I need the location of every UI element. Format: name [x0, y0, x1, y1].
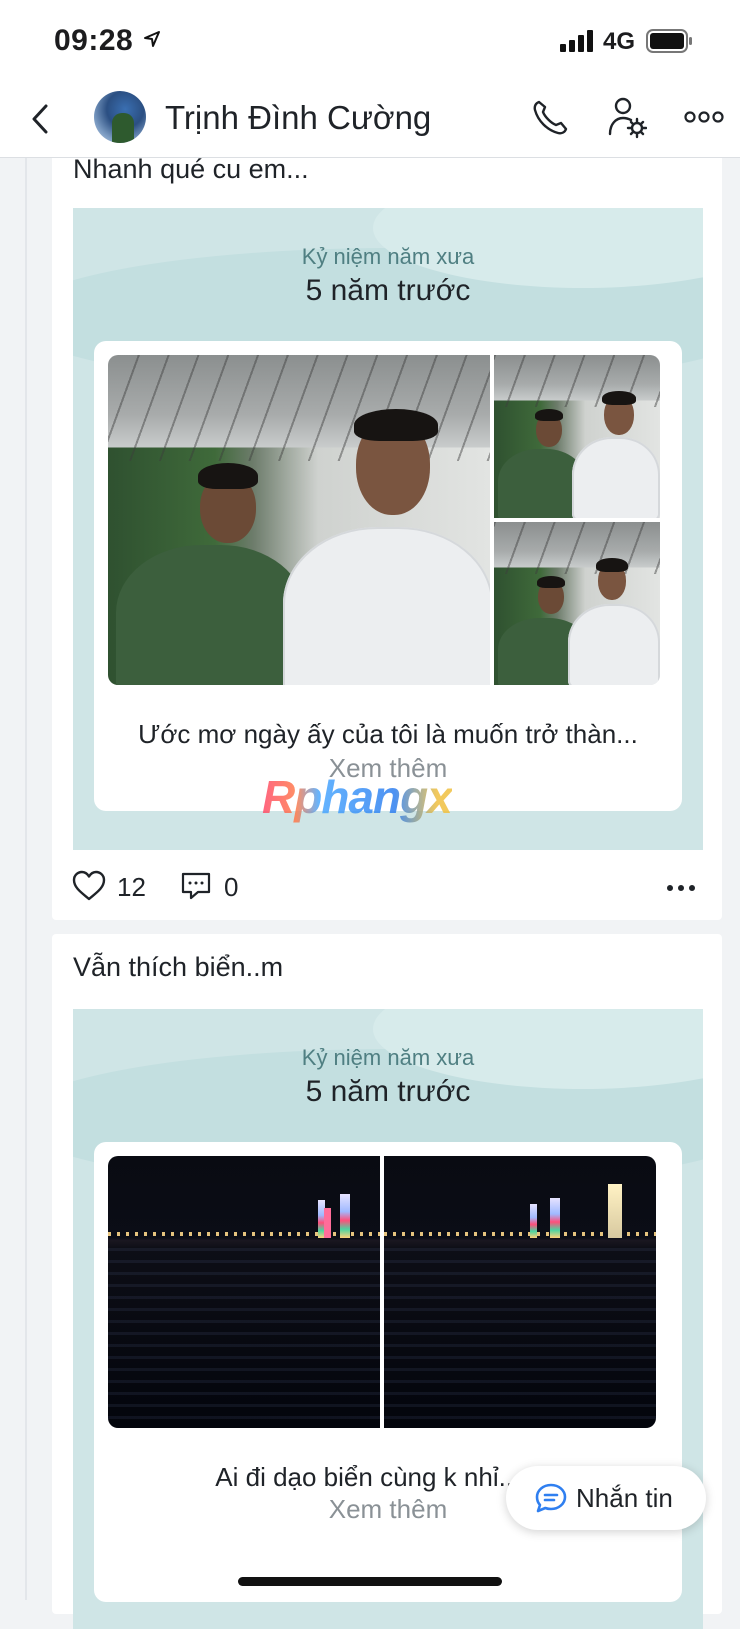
more-options-icon[interactable] [684, 110, 724, 124]
message-button-label: Nhắn tin [576, 1483, 673, 1513]
status-bar: 09:28 4G [0, 0, 740, 80]
home-indicator[interactable] [238, 1577, 502, 1586]
memory-card[interactable]: Ước mơ ngày ấy của tôi là muốn trở thàn.… [94, 341, 682, 811]
post-text[interactable]: Nhanh qué cu em... [73, 154, 309, 185]
watermark-logo: Rphangx [262, 771, 453, 823]
memory-box[interactable]: Kỷ niệm năm xưa 5 năm trước Ước mơ ngày … [73, 208, 703, 850]
post-actions: 12 0 [72, 860, 712, 910]
contact-name[interactable]: Trịnh Đình Cường [165, 99, 431, 137]
memory-years: 5 năm trước [305, 1075, 471, 1108]
heart-icon[interactable] [72, 870, 106, 902]
post-text[interactable]: Vẫn thích biển..m [73, 952, 283, 983]
phone-icon[interactable] [530, 98, 570, 138]
like-count[interactable]: 12 [117, 872, 146, 903]
memory-box[interactable]: Kỷ niệm năm xưa 5 năm trước Ai đi dạo bi… [73, 1009, 703, 1629]
comment-icon[interactable] [180, 870, 212, 902]
status-time: 09:28 [54, 24, 134, 57]
back-arrow-icon[interactable] [26, 100, 56, 138]
chat-header: Trịnh Đình Cường [0, 80, 740, 158]
location-arrow-icon [144, 31, 160, 47]
battery-icon [646, 29, 692, 53]
photo[interactable] [108, 355, 490, 685]
user-settings-icon[interactable] [607, 96, 647, 140]
comment-count[interactable]: 0 [224, 872, 238, 903]
network-type: 4G [603, 28, 636, 55]
memory-label: Kỷ niệm năm xưa [301, 244, 475, 269]
cellular-signal-icon [560, 30, 593, 52]
photo[interactable] [494, 355, 660, 518]
memory-years: 5 năm trước [305, 274, 471, 307]
photo[interactable] [108, 1156, 380, 1428]
post-caption: Ước mơ ngày ấy của tôi là muốn trở thàn.… [138, 719, 638, 749]
message-button[interactable]: Nhắn tin [506, 1466, 706, 1530]
memory-label: Kỷ niệm năm xưa [301, 1045, 475, 1070]
photo[interactable] [494, 522, 660, 685]
avatar[interactable] [94, 91, 146, 143]
memory-card[interactable]: Ai đi dạo biển cùng k nhỉ......H Xem thê… [94, 1142, 682, 1602]
photo[interactable] [384, 1156, 656, 1428]
chat-bubble-icon [535, 1483, 567, 1513]
timeline-line [25, 158, 27, 1600]
post-more-icon[interactable] [666, 884, 696, 892]
